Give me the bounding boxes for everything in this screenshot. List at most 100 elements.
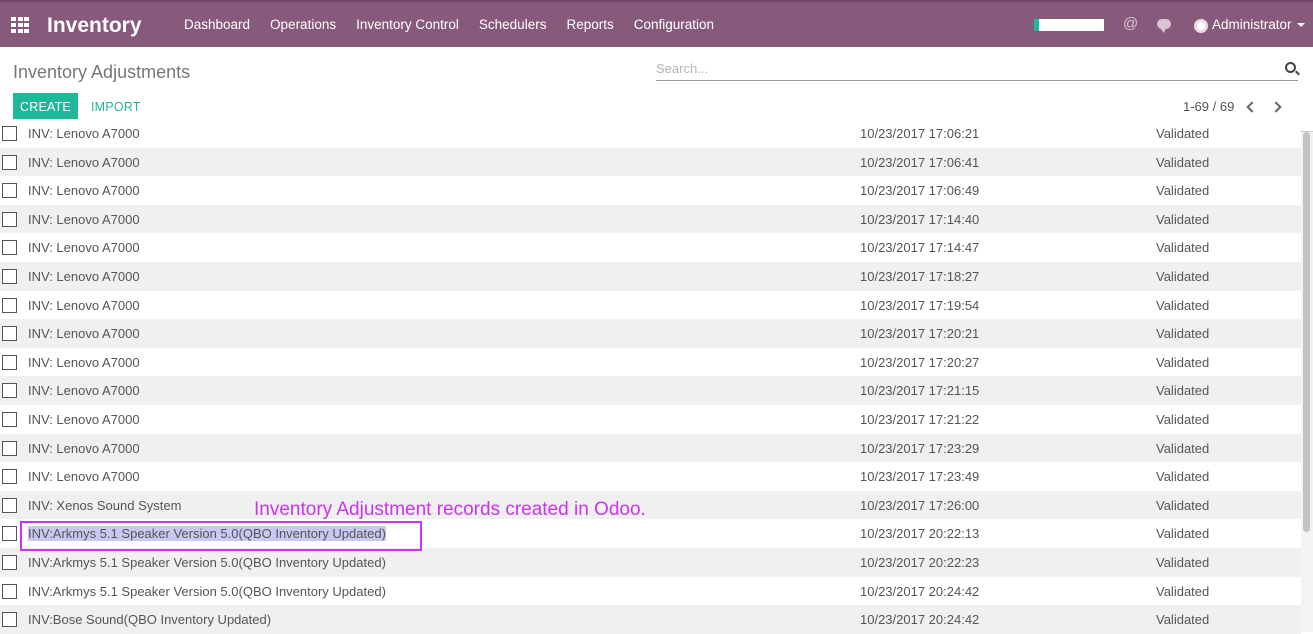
row-status: Validated (1156, 354, 1210, 370)
annotation-text: Inventory Adjustment records created in … (254, 499, 646, 520)
row-checkbox[interactable] (2, 154, 17, 170)
row-checkbox[interactable] (2, 326, 17, 342)
search-input[interactable] (656, 58, 1256, 78)
table-row[interactable]: INV: Lenovo A7000 10/23/2017 17:14:40 Vali… (0, 204, 1301, 234)
row-status: Validated (1156, 469, 1210, 485)
table-row[interactable]: INV: Lenovo A7000 10/23/2017 17:23:49 Vali… (0, 462, 1301, 491)
table-row[interactable]: INV: Lenovo A7000 10/23/2017 17:06:21 Vali… (0, 119, 1301, 148)
chevron-left-icon[interactable] (1246, 101, 1258, 113)
row-checkbox[interactable] (2, 354, 17, 370)
search-bar (656, 58, 1298, 81)
row-checkbox[interactable] (2, 126, 17, 141)
row-reference: INV: Lenovo A7000 (28, 326, 140, 342)
row-reference: INV: Lenovo A7000 (28, 354, 140, 370)
row-status: Validated (1156, 326, 1210, 342)
row-checkbox[interactable] (2, 268, 17, 284)
table-row[interactable]: INV: Lenovo A7000 10/23/2017 17:21:22 Vali… (0, 404, 1301, 434)
table-row[interactable]: INV: Lenovo A7000 10/23/2017 17:23:29 Vali… (0, 433, 1301, 463)
user-menu[interactable]: Administrator (1212, 17, 1305, 32)
row-status: Validated (1156, 497, 1210, 513)
user-avatar[interactable] (1194, 19, 1208, 33)
table-row[interactable]: INV: Lenovo A7000 10/23/2017 17:18:27 Vali… (0, 261, 1301, 291)
pager-value[interactable]: 1-69 / 69 (1183, 99, 1234, 114)
row-reference: INV:Bose Sound(QBO Inventory Updated) (28, 612, 272, 628)
row-reference: INV: Lenovo A7000 (28, 469, 140, 485)
create-button[interactable]: CREATE (13, 93, 78, 121)
caret-down-icon (1296, 23, 1305, 28)
menu-reports[interactable]: Reports (556, 17, 623, 32)
row-date: 10/23/2017 17:21:15 (860, 383, 980, 399)
app-brand[interactable]: Inventory (47, 14, 142, 38)
table-row-highlighted[interactable]: INV:Arkmys 5.1 Speaker Version 5.0(QBO I… (0, 519, 1301, 548)
row-checkbox[interactable] (2, 240, 17, 256)
row-checkbox[interactable] (2, 411, 17, 427)
apps-menu-icon[interactable] (11, 17, 29, 33)
table-row[interactable]: INV:Arkmys 5.1 Speaker Version 5.0(QBO I… (0, 547, 1301, 577)
row-date: 10/23/2017 17:06:49 (860, 183, 980, 199)
menu-schedulers[interactable]: Schedulers (469, 17, 557, 32)
row-date: 10/23/2017 17:14:40 (860, 211, 980, 227)
row-date: 10/23/2017 17:23:29 (860, 440, 980, 456)
row-date: 10/23/2017 20:22:13 (860, 526, 980, 542)
table-row[interactable]: INV: Lenovo A7000 10/23/2017 17:14:47 Vali… (0, 233, 1301, 262)
at-sign-icon[interactable]: @ (1123, 15, 1138, 32)
top-navbar: Inventory Dashboard Operations Inventory… (0, 0, 1313, 47)
row-reference: INV: Xenos Sound System (28, 497, 182, 513)
row-date: 10/23/2017 17:26:00 (860, 497, 980, 513)
import-button[interactable]: IMPORT (91, 100, 141, 114)
row-checkbox[interactable] (2, 297, 17, 313)
menu-operations[interactable]: Operations (260, 17, 346, 32)
row-checkbox[interactable] (2, 383, 17, 399)
adjustments-list: INV: Lenovo A7000 10/23/2017 17:06:21 Vali… (0, 119, 1301, 634)
row-checkbox[interactable] (2, 526, 17, 542)
chevron-right-icon[interactable] (1270, 101, 1282, 113)
search-icon[interactable] (1285, 62, 1296, 73)
row-status: Validated (1156, 211, 1210, 227)
row-reference: INV: Lenovo A7000 (28, 411, 140, 427)
chat-icon[interactable] (1157, 19, 1171, 33)
scrollbar-thumb[interactable] (1303, 132, 1310, 532)
table-row[interactable]: INV: Xenos Sound System 10/23/2017 17:26:… (0, 490, 1301, 520)
row-checkbox[interactable] (2, 183, 17, 199)
table-row[interactable]: INV: Lenovo A7000 10/23/2017 17:19:54 Vali… (0, 290, 1301, 320)
row-reference: INV:Arkmys 5.1 Speaker Version 5.0(QBO I… (28, 583, 386, 599)
row-checkbox[interactable] (2, 612, 17, 628)
row-checkbox[interactable] (2, 554, 17, 570)
row-status: Validated (1156, 583, 1210, 599)
row-status: Validated (1156, 411, 1210, 427)
table-row[interactable]: INV:Arkmys 5.1 Speaker Version 5.0(QBO I… (0, 576, 1301, 606)
row-date: 10/23/2017 17:14:47 (860, 240, 980, 256)
row-status: Validated (1156, 526, 1210, 542)
row-reference: INV: Lenovo A7000 (28, 240, 140, 256)
row-status: Validated (1156, 554, 1210, 570)
menu-inventory-control[interactable]: Inventory Control (346, 17, 469, 32)
list-scrollbar[interactable] (1301, 132, 1313, 632)
table-row[interactable]: INV: Lenovo A7000 10/23/2017 17:20:21 Vali… (0, 319, 1301, 348)
menu-dashboard[interactable]: Dashboard (174, 17, 260, 32)
main-menu: Dashboard Operations Inventory Control S… (174, 17, 724, 32)
row-date: 10/23/2017 17:06:21 (860, 126, 980, 141)
row-checkbox[interactable] (2, 469, 17, 485)
row-date: 10/23/2017 20:24:42 (860, 583, 980, 599)
row-checkbox[interactable] (2, 440, 17, 456)
row-date: 10/23/2017 17:19:54 (860, 297, 980, 313)
row-reference: INV:Arkmys 5.1 Speaker Version 5.0(QBO I… (28, 554, 386, 570)
table-row[interactable]: INV: Lenovo A7000 10/23/2017 17:06:49 Vali… (0, 176, 1301, 205)
table-row[interactable]: INV: Lenovo A7000 10/23/2017 17:20:27 Vali… (0, 347, 1301, 377)
progress-widget[interactable] (1034, 19, 1104, 31)
row-status: Validated (1156, 612, 1210, 628)
row-checkbox[interactable] (2, 583, 17, 599)
user-name: Administrator (1212, 17, 1292, 32)
row-status: Validated (1156, 268, 1210, 284)
row-checkbox[interactable] (2, 497, 17, 513)
table-row[interactable]: INV:Bose Sound(QBO Inventory Updated) 10/… (0, 605, 1301, 634)
row-checkbox[interactable] (2, 211, 17, 227)
row-reference: INV: Lenovo A7000 (28, 268, 140, 284)
menu-configuration[interactable]: Configuration (624, 17, 724, 32)
row-date: 10/23/2017 17:20:21 (860, 326, 980, 342)
page-title: Inventory Adjustments (13, 62, 191, 82)
row-status: Validated (1156, 154, 1210, 170)
table-row[interactable]: INV: Lenovo A7000 10/23/2017 17:06:41 Vali… (0, 147, 1301, 177)
table-row[interactable]: INV: Lenovo A7000 10/23/2017 17:21:15 Vali… (0, 376, 1301, 405)
row-status: Validated (1156, 383, 1210, 399)
